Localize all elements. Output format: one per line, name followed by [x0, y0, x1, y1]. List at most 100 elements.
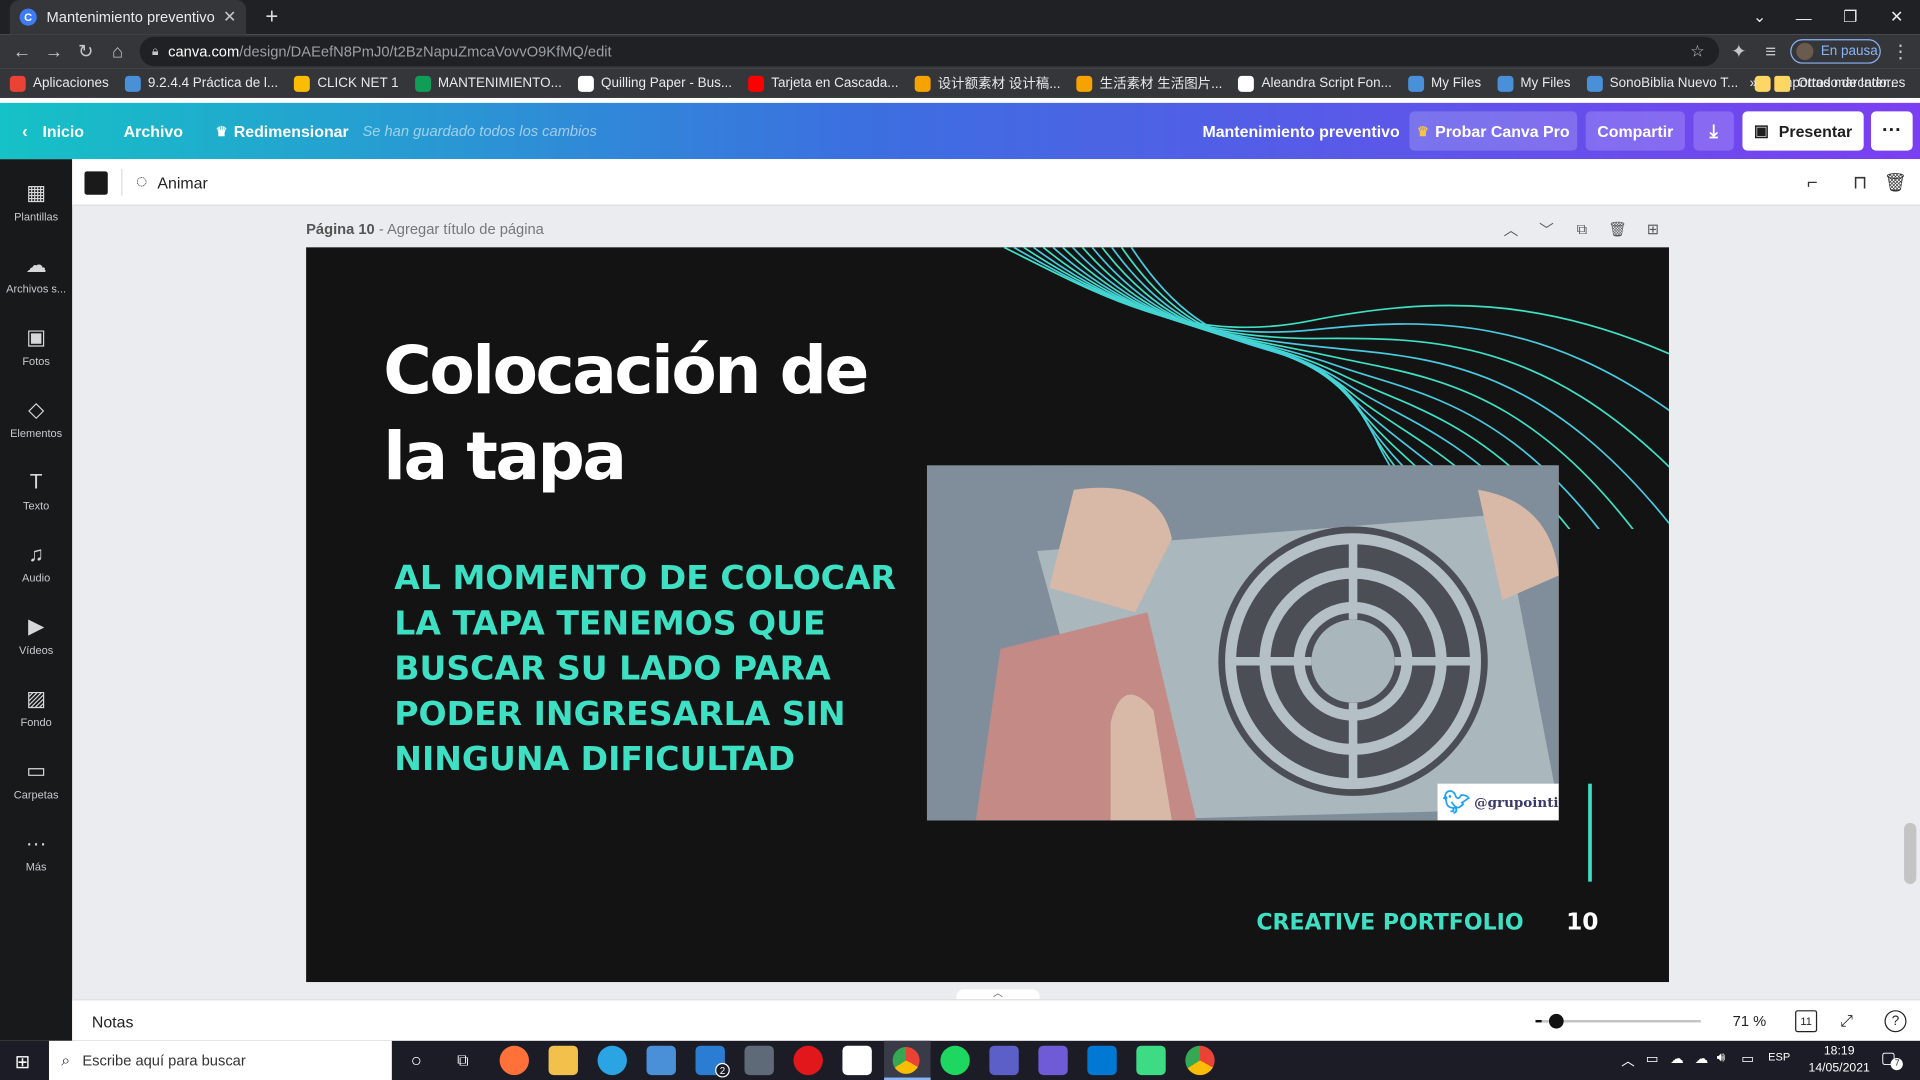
page-count-button[interactable]: 11	[1795, 1010, 1818, 1033]
sidebar-item-vídeos[interactable]: ▶ Vídeos	[0, 600, 72, 671]
extensions-icon[interactable]: ✦	[1727, 39, 1751, 63]
bookmark-star-icon[interactable]: ☆	[1690, 42, 1704, 62]
unlock-icon[interactable]: ⊓	[1848, 170, 1872, 194]
bookmark-item[interactable]: Tarjeta en Cascada...	[747, 75, 899, 92]
delete-page-icon[interactable]: 🗑︎	[1607, 218, 1629, 240]
notes-expand-handle[interactable]: ︿	[956, 989, 1040, 1000]
minimize-button[interactable]: —	[1780, 0, 1827, 34]
firefox-icon[interactable]	[499, 1045, 529, 1076]
bookmark-item[interactable]: 生活素材 生活图片...	[1076, 73, 1222, 93]
reload-icon[interactable]: ↻	[73, 39, 97, 63]
notes-button[interactable]: Notas	[92, 1000, 134, 1042]
bookmark-item[interactable]: Aleandra Script Fon...	[1238, 75, 1392, 92]
file-menu[interactable]: Archivo	[124, 103, 183, 159]
help-icon[interactable]: ?	[1884, 1010, 1907, 1033]
chrome-icon-2[interactable]	[1185, 1045, 1215, 1076]
duplicate-page-icon[interactable]: ⧉	[1571, 218, 1593, 240]
edge-icon[interactable]	[597, 1045, 627, 1076]
more-bookmarks-icon[interactable]: »	[1750, 76, 1758, 91]
close-tab-icon[interactable]: ✕	[223, 7, 236, 27]
discord-icon[interactable]	[1038, 1045, 1068, 1076]
reading-list-icon[interactable]: ≡	[1758, 39, 1782, 63]
bookmark-item[interactable]: Aplicaciones	[9, 75, 109, 92]
android-studio-icon[interactable]	[1136, 1045, 1166, 1076]
sidebar-item-audio[interactable]: ♫ Audio	[0, 528, 72, 599]
file-explorer-icon[interactable]	[548, 1045, 578, 1076]
close-window-button[interactable]: ✕	[1873, 0, 1920, 34]
forward-icon[interactable]: →	[42, 39, 66, 63]
browser-menu-icon[interactable]: ⋮	[1888, 39, 1912, 63]
bookmark-item[interactable]: 9.2.4.4 Práctica de l...	[124, 75, 279, 92]
bookmark-item[interactable]: MANTENIMIENTO...	[414, 75, 562, 92]
sidebar-item-carpetas[interactable]: ▭ Carpetas	[0, 744, 72, 815]
trash-icon[interactable]: 🗑︎	[1883, 170, 1907, 194]
spotify-icon[interactable]	[940, 1045, 970, 1076]
teams-icon[interactable]	[989, 1045, 1019, 1076]
calculator-icon[interactable]	[744, 1045, 774, 1076]
task-view-icon[interactable]: ⧉	[448, 1046, 477, 1075]
tray-chevron-icon[interactable]: ︿	[1621, 1051, 1634, 1071]
bookmark-item[interactable]: My Files	[1497, 75, 1570, 92]
notepad-icon[interactable]	[842, 1045, 872, 1076]
notifications-icon[interactable]: ▢ 7	[1881, 1048, 1904, 1071]
download-button[interactable]: ⤓	[1693, 111, 1734, 151]
bookmark-item[interactable]: 设计额素材 设计稿...	[914, 73, 1060, 93]
share-button[interactable]: Compartir	[1585, 111, 1685, 151]
chrome-active-icon[interactable]	[884, 1040, 931, 1080]
document-title[interactable]: Mantenimiento preventivo	[1202, 103, 1399, 159]
onedrive-icon[interactable]: ☁	[1670, 1051, 1683, 1067]
fullscreen-icon[interactable]: ⤢	[1836, 1010, 1858, 1032]
slide-page-number[interactable]: 10	[1566, 909, 1598, 936]
animate-button[interactable]: ◌ Animar	[136, 159, 208, 206]
zoom-slider-knob[interactable]	[1548, 1013, 1564, 1029]
new-tab-button[interactable]: +	[260, 4, 284, 30]
sidebar-item-texto[interactable]: T Texto	[0, 456, 72, 527]
bookmark-item[interactable]: Quilling Paper - Bus...	[577, 75, 732, 92]
back-icon[interactable]: ←	[10, 39, 34, 63]
slide-canvas[interactable]: Colocación de la tapa AL MOMENTO DE COLO…	[306, 247, 1669, 983]
sidebar-item-fondo[interactable]: ▨ Fondo	[0, 672, 72, 743]
onedrive-sync-icon[interactable]: ☁	[1695, 1051, 1708, 1067]
opera-icon[interactable]	[793, 1045, 823, 1076]
page-up-icon[interactable]: ︿	[1500, 218, 1522, 240]
home-link[interactable]: ‹ Inicio	[22, 103, 84, 159]
taskbar-search[interactable]: ⌕ Escribe aquí para buscar	[48, 1040, 392, 1080]
resize-button[interactable]: ♛ Redimensionar	[216, 103, 349, 159]
system-clock[interactable]: 18:19 14/05/2021	[1807, 1043, 1871, 1077]
tab-search-icon[interactable]: ⌄	[1736, 0, 1783, 34]
display-icon[interactable]: ▭	[1741, 1051, 1754, 1067]
zoom-level[interactable]: 71 %	[1733, 1000, 1767, 1042]
language-indicator[interactable]: ESP	[1768, 1051, 1790, 1063]
paint-format-icon[interactable]: ⌐	[1800, 170, 1824, 194]
present-button[interactable]: ▣ Presentar	[1742, 111, 1864, 151]
mail-icon[interactable]: 2	[695, 1045, 730, 1078]
sidebar-item-fotos[interactable]: ▣ Fotos	[0, 311, 72, 382]
cortana-icon[interactable]: ○	[402, 1046, 431, 1075]
slide-body-text[interactable]: AL MOMENTO DE COLOCAR LA TAPA TENEMOS QU…	[394, 556, 933, 783]
sidebar-item-elementos[interactable]: ◇ Elementos	[0, 383, 72, 454]
add-page-icon[interactable]: ⊞	[1642, 218, 1664, 240]
windows-start-icon[interactable]: ⊞	[15, 1051, 35, 1073]
profile-button[interactable]: En pausa	[1790, 39, 1881, 64]
try-pro-button[interactable]: ♛ Probar Canva Pro	[1409, 111, 1578, 151]
text-color-swatch[interactable]	[84, 171, 108, 195]
page-label[interactable]: Página 10 - Agregar título de página	[306, 220, 544, 237]
restore-button[interactable]: ❐	[1827, 0, 1874, 34]
bookmark-item[interactable]: CLICK NET 1	[294, 75, 399, 92]
vscode-icon[interactable]	[1087, 1045, 1117, 1076]
browser-tab[interactable]: C Mantenimiento preventivo - Pres ✕	[9, 0, 247, 35]
vertical-scrollbar-thumb[interactable]	[1904, 822, 1917, 885]
bookmark-item[interactable]: SonoBiblia Nuevo T...	[1586, 75, 1738, 92]
psu-fan-photo[interactable]: 🐦︎ @grupointi	[926, 465, 1559, 821]
sidebar-item-plantillas[interactable]: ▦ Plantillas	[0, 167, 72, 238]
page-down-icon[interactable]: ﹀	[1536, 218, 1558, 240]
slide-title[interactable]: Colocación de la tapa	[383, 328, 946, 499]
address-bar[interactable]: 🔒︎ canva.com/design/DAEefN8PmJ0/t2BzNapu…	[139, 36, 1720, 67]
network-icon[interactable]: ▭	[1646, 1051, 1659, 1067]
zoom-slider-track[interactable]	[1541, 1020, 1701, 1023]
sidebar-item-archivos-s-[interactable]: ☁ Archivos s...	[0, 239, 72, 310]
volume-icon[interactable]: 🔊︎	[1717, 1051, 1725, 1067]
home-icon[interactable]: ⌂	[105, 39, 129, 63]
other-bookmarks[interactable]: » Otros marcadores	[1750, 69, 1905, 98]
bookmark-item[interactable]: My Files	[1407, 75, 1481, 92]
